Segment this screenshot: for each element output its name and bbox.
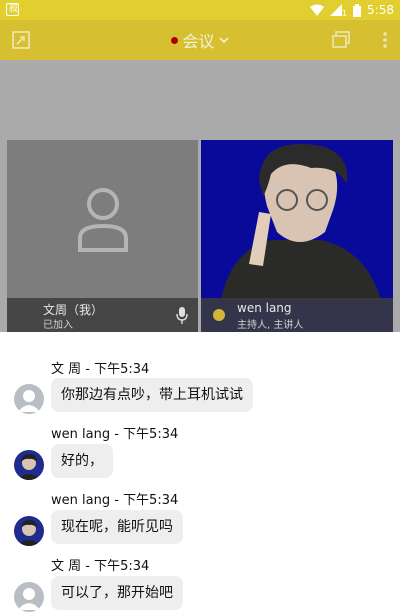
tile-footer: wen lang 主持人, 主讲人	[201, 298, 393, 332]
battery-icon	[353, 3, 362, 17]
status-bar: 寂 1 5:58	[0, 0, 400, 20]
more-vert-icon[interactable]	[382, 31, 388, 53]
wifi-icon	[309, 4, 324, 16]
message-sender: 文 周	[51, 362, 82, 377]
participant-status: 主持人, 主讲人	[237, 320, 304, 331]
clock: 5:58	[367, 3, 394, 17]
message-time: 下午5:34	[94, 559, 150, 574]
video-area: 文周（我） 已加入 wen lang 主持人, 主讲人	[0, 60, 400, 332]
host-video-feed	[201, 140, 393, 300]
participant-tile-host[interactable]: wen lang 主持人, 主讲人	[201, 140, 393, 332]
message-sender: wen lang	[51, 493, 111, 508]
signal-icon	[329, 4, 342, 16]
message-bubble[interactable]: 可以了，那开始吧	[51, 576, 183, 610]
participant-name: wen lang	[237, 301, 292, 315]
photo-avatar[interactable]	[14, 450, 44, 480]
message-header: wen lang - 下午5:34	[51, 493, 179, 508]
photo-avatar[interactable]	[14, 516, 44, 546]
tile-footer: 文周（我） 已加入	[7, 298, 198, 332]
message-sender: 文 周	[51, 559, 82, 574]
message-time: 下午5:34	[123, 493, 179, 508]
recording-dot	[171, 36, 179, 44]
message-header: 文 周 - 下午5:34	[51, 362, 150, 377]
message-header: 文 周 - 下午5:34	[51, 559, 150, 574]
page-title: 会议	[182, 32, 215, 51]
message-bubble[interactable]: 你那边有点吵，带上耳机试试	[51, 378, 253, 412]
speaking-indicator	[213, 309, 225, 321]
chat-panel[interactable]: 文 周 - 下午5:34 你那边有点吵，带上耳机试试 wen lang - 下午…	[0, 332, 400, 616]
message-header: wen lang - 下午5:34	[51, 427, 179, 442]
default-avatar[interactable]	[14, 582, 44, 612]
screen-share-icon[interactable]	[332, 31, 350, 53]
person-placeholder-icon	[78, 188, 128, 252]
message-time: 下午5:34	[94, 362, 150, 377]
default-avatar[interactable]	[14, 384, 44, 414]
mic-icon	[176, 307, 188, 324]
app-badge-icon: 寂	[6, 3, 19, 16]
message-time: 下午5:34	[123, 427, 179, 442]
top-toolbar: 会议	[0, 20, 400, 60]
participant-status: 已加入	[43, 320, 73, 331]
message-sender: wen lang	[51, 427, 111, 442]
participant-tile-self[interactable]: 文周（我） 已加入	[7, 140, 198, 332]
sim-label: 1	[341, 8, 348, 18]
chevron-down-icon	[218, 37, 229, 44]
status-icons: 1 5:58	[309, 0, 394, 20]
message-bubble[interactable]: 现在呢，能听见吗	[51, 510, 183, 544]
message-bubble[interactable]: 好的，	[51, 444, 113, 478]
